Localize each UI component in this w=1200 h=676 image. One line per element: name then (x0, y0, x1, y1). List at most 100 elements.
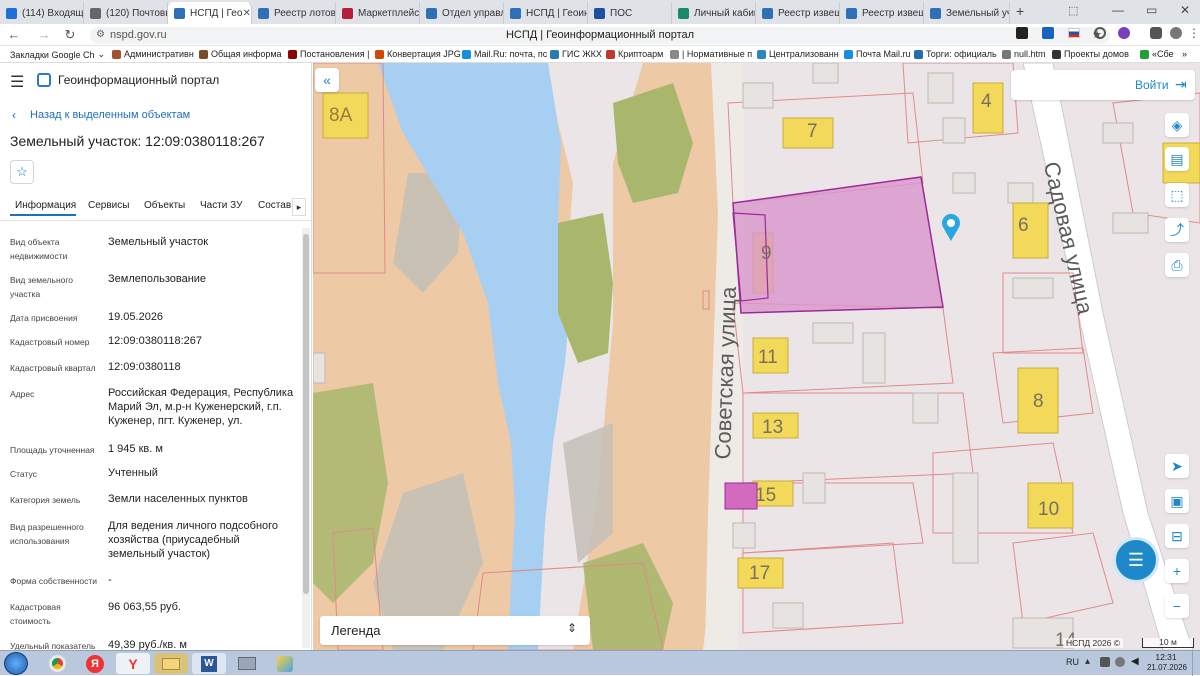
expand-collapse-icon: ⇕ (567, 621, 578, 635)
yandex-browser-taskbar-icon[interactable]: Я (78, 653, 112, 674)
extensions-puzzle-icon[interactable] (1150, 27, 1162, 39)
bookmark-item[interactable]: Криптоарм (606, 49, 663, 59)
bookmark-item[interactable]: Закладки Google Ch ⌄ (10, 49, 105, 60)
bookmark-item[interactable]: Постановления | (288, 49, 370, 59)
browser-tab[interactable]: Маркетплейс (336, 2, 420, 24)
favorite-star-button[interactable]: ☆ (10, 160, 34, 184)
scrollbar-thumb[interactable] (303, 234, 309, 594)
tab-land-parts[interactable]: Части ЗУ (200, 200, 242, 211)
field-value: Учтенный (108, 467, 158, 479)
browser-tab[interactable]: Реестр извещ (756, 2, 840, 24)
tab-favicon-icon (6, 7, 17, 19)
browser-tab[interactable]: НСПД | Геоинф (504, 2, 588, 24)
tab-search-icon[interactable]: ⬚ (1068, 4, 1078, 17)
tab-composition[interactable]: Состав (258, 200, 291, 211)
volume-icon[interactable]: ◀ (1131, 656, 1139, 667)
tab-favicon-icon (258, 7, 269, 19)
map-view[interactable]: 8А 7 4 9 6 11 8 13 15 10 17 14 Советская… (313, 63, 1200, 650)
paint-taskbar-icon[interactable] (268, 653, 302, 674)
bookmark-item[interactable]: Централизованн (757, 49, 839, 59)
back-arrow-icon[interactable]: ← (6, 27, 22, 42)
browser-tab[interactable]: Реестр лотов (252, 2, 336, 24)
layers-button[interactable]: ◈ (1165, 113, 1189, 137)
input-language[interactable]: RU (1066, 657, 1079, 667)
collapse-panel-button[interactable]: « (315, 68, 339, 92)
zoom-out-button[interactable]: − (1165, 594, 1189, 618)
network-icon[interactable] (1115, 657, 1125, 667)
extension-icon[interactable] (1016, 27, 1028, 39)
word-taskbar-icon[interactable]: W (192, 653, 226, 674)
start-button-icon[interactable] (4, 652, 28, 675)
back-chevron-icon[interactable]: ‹ (12, 108, 16, 122)
login-button[interactable]: Войти ⇥ (1011, 70, 1195, 100)
browser-tab[interactable]: (120) Почтовы (84, 2, 168, 24)
house-number-label: 10 (1038, 499, 1060, 520)
bookmark-item[interactable]: Проекты домов (1052, 49, 1129, 59)
close-window-icon[interactable]: ✕ (1180, 3, 1190, 17)
file-explorer-taskbar-icon[interactable] (154, 653, 188, 674)
profile-avatar-icon[interactable] (1170, 27, 1182, 39)
close-tab-icon[interactable]: ✕ (242, 8, 250, 19)
chat-assistant-button[interactable]: ☰ (1113, 537, 1159, 583)
new-tab-button[interactable]: + (1016, 3, 1024, 19)
bookmark-item[interactable]: Общая информа (199, 49, 282, 59)
ruler-tool-button[interactable]: ⊟ (1165, 524, 1189, 548)
back-to-selected-link[interactable]: Назад к выделенным объектам (30, 109, 190, 121)
basemap-button[interactable]: ▣ (1165, 489, 1189, 513)
reload-icon[interactable]: ↻ (62, 27, 78, 43)
bookmark-item[interactable]: Mail.Ru: почта, пс (462, 49, 547, 59)
tab-services[interactable]: Сервисы (88, 200, 129, 211)
computer-taskbar-icon[interactable] (230, 653, 264, 674)
bookmark-item[interactable]: ГИС ЖКХ (550, 49, 602, 59)
tab-favicon-icon (678, 7, 689, 19)
share-button[interactable]: ⤴ (1165, 218, 1189, 242)
browser-tab[interactable]: Личный кабин (672, 2, 756, 24)
browser-tab[interactable]: ПОС (588, 2, 672, 24)
yandex-taskbar-icon[interactable]: Y (116, 653, 150, 674)
my-location-button[interactable]: ➤ (1165, 454, 1189, 478)
chrome-taskbar-icon[interactable] (40, 653, 74, 674)
bookmark-item[interactable]: | Нормативные п (670, 49, 752, 59)
legend-dropdown[interactable]: Легенда ⇕ (320, 616, 590, 645)
tabs-scroll-right-icon[interactable]: ▸ (292, 198, 306, 216)
zoom-in-button[interactable]: + (1165, 559, 1189, 583)
bookmark-item[interactable]: Торги: официаль (914, 49, 997, 59)
tab-favicon-icon (930, 7, 941, 19)
flag-extension-icon[interactable] (1068, 28, 1080, 38)
extension-icon[interactable] (1042, 27, 1054, 39)
extension-icon[interactable] (1094, 27, 1106, 39)
browser-menu-icon[interactable]: ⋮ (1188, 26, 1200, 40)
tab-information[interactable]: Информация (15, 200, 76, 211)
bookmark-item[interactable]: «Сбе (1140, 49, 1174, 59)
map-canvas[interactable] (313, 63, 1200, 650)
clock-time[interactable]: 12:31 (1149, 652, 1183, 662)
tab-favicon-icon (846, 7, 857, 19)
clock-date[interactable]: 21.07.2026 (1146, 663, 1188, 672)
forward-arrow-icon[interactable]: → (36, 27, 52, 42)
browser-tab[interactable]: (114) Входящи (0, 2, 84, 24)
more-bookmarks-icon[interactable]: » (1182, 49, 1187, 59)
tray-expand-icon[interactable]: ▴ (1085, 656, 1090, 667)
browser-tab[interactable]: Реестр извещ (840, 2, 924, 24)
extension-icon[interactable] (1118, 27, 1130, 39)
show-desktop-button[interactable] (1192, 651, 1200, 676)
field-label: Площадь уточненная (10, 445, 95, 455)
bookmark-item[interactable]: null.htm (1002, 49, 1046, 59)
browser-tab-active[interactable]: НСПД | Гео ✕ (168, 2, 252, 24)
print-button[interactable]: ⎙ (1165, 253, 1189, 277)
browser-tab[interactable]: Отдел управле (420, 2, 504, 24)
url-field[interactable]: ⚙ nspd.gov.ru НСПД | Геоинформационный п… (90, 27, 1110, 44)
browser-tab[interactable]: Земельный уч (924, 2, 1010, 24)
bookmark-item[interactable]: Административн (112, 49, 194, 59)
select-area-button[interactable]: ⬚ (1165, 183, 1189, 207)
tab-objects[interactable]: Объекты (144, 200, 185, 211)
bookmark-item[interactable]: Почта Mail.ru (844, 49, 911, 59)
maximize-icon[interactable]: ▭ (1146, 3, 1157, 17)
minimize-icon[interactable]: — (1112, 3, 1124, 17)
field-label: Дата присвоения (10, 313, 78, 323)
bookmark-item[interactable]: Конвертация JPG (375, 49, 461, 59)
menu-icon[interactable]: ☰ (10, 72, 24, 92)
scrollbar-track[interactable] (302, 228, 310, 648)
tray-app-icon[interactable] (1100, 657, 1110, 667)
measure-button[interactable]: ▤ (1165, 147, 1189, 171)
